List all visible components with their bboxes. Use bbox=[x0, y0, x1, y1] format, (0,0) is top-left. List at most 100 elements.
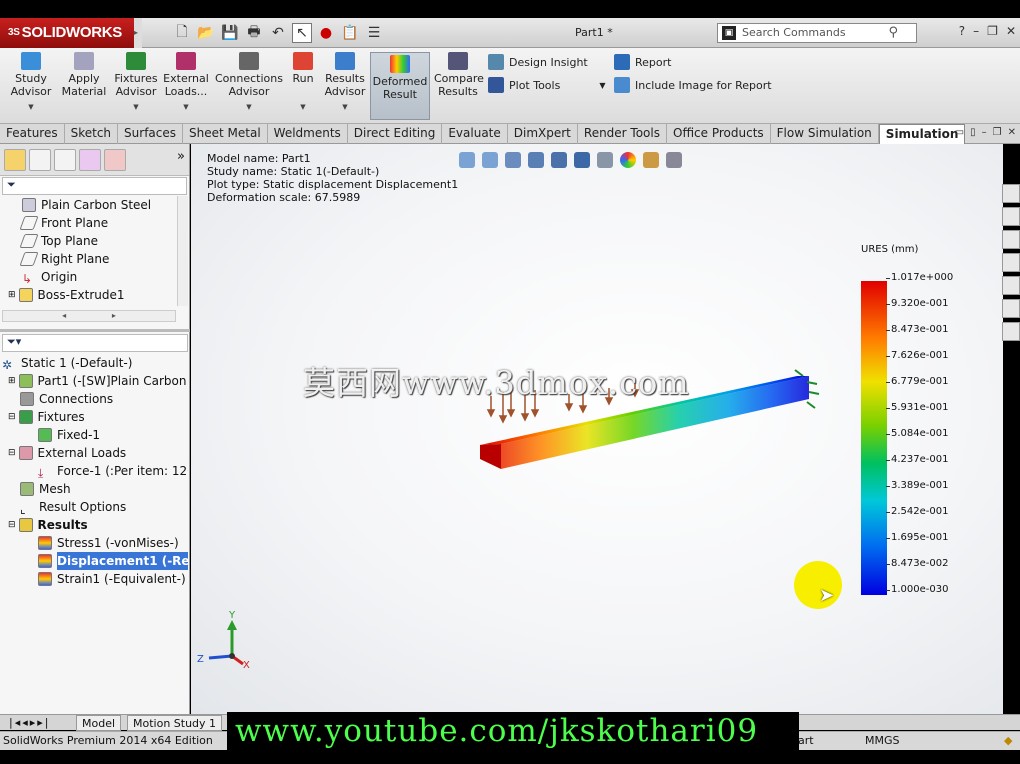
tree-study-connections[interactable]: Connections bbox=[0, 390, 188, 408]
results-advisor-button[interactable]: Results Advisor ▼ bbox=[322, 52, 368, 114]
tab-office-products[interactable]: Office Products bbox=[667, 124, 771, 144]
file-explorer-icon[interactable] bbox=[1002, 230, 1020, 249]
display-manager-tab-icon[interactable] bbox=[104, 149, 126, 171]
tree-study-result-options[interactable]: ⌞ Result Options bbox=[0, 498, 188, 516]
tab-motion-study[interactable]: Motion Study 1 bbox=[127, 715, 223, 731]
panel-splitter[interactable] bbox=[0, 329, 190, 332]
undo-icon[interactable]: ↶ bbox=[268, 23, 288, 43]
tab-flow-simulation[interactable]: Flow Simulation bbox=[771, 124, 879, 144]
tree-item-label: Origin bbox=[41, 270, 78, 284]
tab-sheet-metal[interactable]: Sheet Metal bbox=[183, 124, 268, 144]
doc-close-icon[interactable]: ✕ bbox=[1008, 127, 1016, 138]
unit-system-text[interactable]: MMGS bbox=[865, 732, 900, 750]
close-icon[interactable]: ✕ bbox=[1006, 24, 1016, 38]
feature-manager-tab-icon[interactable] bbox=[4, 149, 26, 171]
tree-item-boss-extrude[interactable]: ⊞ Boss-Extrude1 bbox=[0, 286, 178, 304]
magnifier-icon[interactable]: ⚲ bbox=[888, 24, 898, 42]
custom-properties-icon[interactable] bbox=[1002, 276, 1020, 295]
external-loads-button[interactable]: External Loads... ▼ bbox=[163, 52, 209, 114]
tree-study-results[interactable]: ⊟ Results bbox=[0, 516, 188, 534]
connections-icon bbox=[239, 52, 259, 70]
minimize-icon[interactable]: – bbox=[973, 24, 979, 38]
tab-evaluate[interactable]: Evaluate bbox=[442, 124, 508, 144]
tab-surfaces[interactable]: Surfaces bbox=[118, 124, 184, 144]
run-button[interactable]: Run ▼ bbox=[290, 52, 316, 114]
apply-material-button[interactable]: Apply Material bbox=[60, 52, 108, 98]
tree-vertical-scrollbar[interactable] bbox=[177, 196, 188, 306]
tree-study-fixed-1[interactable]: Fixed-1 bbox=[0, 426, 188, 444]
tree-study-external-loads[interactable]: ⊟ External Loads bbox=[0, 444, 188, 462]
tree-study-force-1[interactable]: ⤓ Force-1 (:Per item: 1200 N:) bbox=[0, 462, 188, 480]
tab-simulation[interactable]: Simulation bbox=[878, 124, 966, 144]
folder-icon[interactable] bbox=[1002, 253, 1020, 272]
window-controls: ? – ❐ ✕ bbox=[959, 24, 1016, 38]
open-folder-icon[interactable]: 📂 bbox=[196, 23, 216, 43]
study-filter-input[interactable]: ⏷▾ bbox=[2, 334, 188, 352]
tree-item-label: Static 1 (-Default-) bbox=[21, 356, 133, 370]
solidworks-resources-icon[interactable] bbox=[1002, 184, 1020, 203]
expand-plus-icon[interactable]: ⊞ bbox=[8, 286, 16, 304]
design-library-icon[interactable] bbox=[1002, 207, 1020, 226]
tree-item-material[interactable]: Plain Carbon Steel bbox=[0, 196, 178, 214]
compare-results-button[interactable]: Compare Results bbox=[434, 52, 484, 98]
tile-vertical-icon[interactable]: ▯ bbox=[970, 127, 976, 138]
tree-study-part[interactable]: ⊞Part1 (-[SW]Plain Carbon Steel-) bbox=[0, 372, 188, 390]
logo-menu-arrow[interactable]: ▸ bbox=[134, 18, 142, 48]
new-document-icon[interactable]: 🗋 bbox=[172, 23, 192, 43]
configuration-manager-tab-icon[interactable] bbox=[54, 149, 76, 171]
color-legend-bar bbox=[861, 281, 887, 595]
tree-item-top-plane[interactable]: Top Plane bbox=[0, 232, 178, 250]
appearances-icon[interactable] bbox=[1002, 299, 1020, 318]
expand-panel-icon[interactable]: » bbox=[177, 149, 185, 170]
study-advisor-button[interactable]: Study Advisor ▼ bbox=[8, 52, 54, 114]
tree-horizontal-scrollbar[interactable]: ◂ ▸ bbox=[2, 310, 176, 322]
tree-item-right-plane[interactable]: Right Plane bbox=[0, 250, 178, 268]
tree-result-displacement[interactable]: Displacement1 (-Res disp-) bbox=[0, 552, 188, 570]
tree-result-strain[interactable]: Strain1 (-Equivalent-) bbox=[0, 570, 188, 588]
deformed-result-button[interactable]: Deformed Result bbox=[370, 52, 430, 120]
task-pane-tabs bbox=[1002, 184, 1020, 354]
plot-tools-dropdown-icon[interactable]: ▼ bbox=[599, 81, 605, 90]
tab-weldments[interactable]: Weldments bbox=[268, 124, 348, 144]
print-icon[interactable]: 🖶 bbox=[244, 23, 264, 43]
design-insight-button[interactable]: Design Insight bbox=[488, 54, 588, 70]
tile-horizontal-icon[interactable]: ▭ bbox=[955, 127, 964, 138]
report-button[interactable]: Report bbox=[614, 54, 671, 70]
file-properties-icon[interactable]: 📋 bbox=[340, 23, 360, 43]
feature-filter-input[interactable]: ⏷ bbox=[2, 177, 187, 195]
tab-dimxpert[interactable]: DimXpert bbox=[508, 124, 578, 144]
select-arrow-icon[interactable]: ↖ bbox=[292, 23, 312, 43]
connections-advisor-button[interactable]: Connections Advisor ▼ bbox=[214, 52, 284, 114]
rebuild-traffic-light-icon[interactable]: ● bbox=[316, 23, 336, 43]
solidworks-logo[interactable]: 3S SOLIDWORKS bbox=[0, 18, 134, 48]
logo-text: SOLIDWORKS bbox=[21, 24, 123, 41]
tree-result-stress[interactable]: Stress1 (-vonMises-) bbox=[0, 534, 188, 552]
graphics-area[interactable]: Model name: Part1 Study name: Static 1(-… bbox=[191, 144, 1003, 714]
tree-study-mesh[interactable]: Mesh bbox=[0, 480, 188, 498]
view-palette-icon[interactable] bbox=[1002, 322, 1020, 341]
tab-sketch[interactable]: Sketch bbox=[65, 124, 119, 144]
tab-features[interactable]: Features bbox=[0, 124, 65, 144]
options-icon[interactable]: ☰ bbox=[364, 23, 384, 43]
tree-study-fixtures[interactable]: ⊟ Fixtures bbox=[0, 408, 188, 426]
help-icon[interactable]: ? bbox=[959, 24, 965, 38]
tab-render-tools[interactable]: Render Tools bbox=[578, 124, 667, 144]
tab-model[interactable]: Model bbox=[76, 715, 122, 731]
include-image-button[interactable]: Include Image for Report bbox=[614, 77, 772, 93]
doc-minimize-icon[interactable]: – bbox=[982, 127, 987, 138]
search-commands-input[interactable]: ▣ Search Commands ⚲ bbox=[717, 23, 917, 43]
tab-scroll-arrows[interactable]: |◂◂▸▸| bbox=[4, 715, 56, 731]
save-icon[interactable]: 💾 bbox=[220, 23, 240, 43]
tab-direct-editing[interactable]: Direct Editing bbox=[348, 124, 443, 144]
plot-tools-button[interactable]: Plot Tools ▼ bbox=[488, 77, 605, 93]
dimxpert-manager-tab-icon[interactable] bbox=[79, 149, 101, 171]
property-manager-tab-icon[interactable] bbox=[29, 149, 51, 171]
fixtures-advisor-button[interactable]: Fixtures Advisor ▼ bbox=[112, 52, 160, 114]
legend-tick: 2.542e-001 bbox=[885, 506, 949, 517]
tree-item-origin[interactable]: ↳ Origin bbox=[0, 268, 178, 286]
doc-restore-icon[interactable]: ❐ bbox=[993, 127, 1002, 138]
tree-item-front-plane[interactable]: Front Plane bbox=[0, 214, 178, 232]
restore-icon[interactable]: ❐ bbox=[987, 24, 998, 38]
tree-study-root[interactable]: ✲ Static 1 (-Default-) bbox=[0, 354, 188, 372]
status-tag-icon[interactable]: ◆ bbox=[1004, 732, 1012, 750]
